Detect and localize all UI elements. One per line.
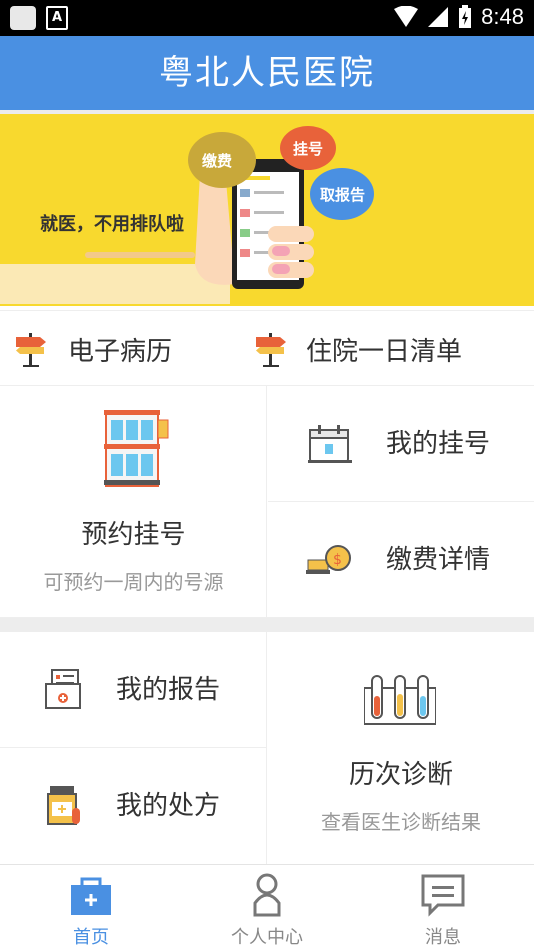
appointment-subtitle: 可预约一周内的号源 xyxy=(43,570,224,594)
test-tubes-icon xyxy=(364,675,436,725)
my-prescription-card[interactable]: 我的处方 xyxy=(0,748,267,864)
tab-profile-label: 个人中心 xyxy=(231,927,303,948)
hospital-building-icon xyxy=(104,410,169,487)
coins-icon: $ xyxy=(306,545,351,574)
person-icon xyxy=(253,873,281,917)
bubble-report: 取报告 xyxy=(320,186,366,204)
wifi-icon xyxy=(394,6,419,27)
promo-banner[interactable]: 缴费 挂号 取报告 就医，不用排队啦 xyxy=(0,114,534,306)
quick-link-emr[interactable]: 电子病历 xyxy=(14,311,172,387)
signpost-icon xyxy=(16,333,46,367)
my-report-card[interactable]: 我的报告 xyxy=(0,632,267,748)
signal-icon xyxy=(428,7,449,27)
app-header: 粤北人民医院 xyxy=(0,36,534,110)
my-registration-card[interactable]: 我的挂号 xyxy=(268,386,534,502)
tab-messages-label: 消息 xyxy=(425,927,461,948)
page-title: 粤北人民医院 xyxy=(159,53,375,93)
message-icon xyxy=(421,874,465,917)
appointment-card[interactable]: 预约挂号 可预约一周内的号源 xyxy=(0,386,267,618)
notification-square-icon xyxy=(10,6,36,30)
tab-profile[interactable]: 个人中心 xyxy=(178,865,356,950)
medicine-bottle-icon xyxy=(47,786,80,825)
tab-home-label: 首页 xyxy=(73,927,109,948)
svg-text:$: $ xyxy=(333,552,342,568)
signpost-icon xyxy=(256,333,286,367)
tab-home[interactable]: 首页 xyxy=(2,865,180,950)
payment-details-label: 缴费详情 xyxy=(386,545,491,575)
diagnosis-history-card[interactable]: 历次诊断 查看医生诊断结果 xyxy=(268,632,534,864)
bubble-payment: 缴费 xyxy=(202,152,233,170)
quick-link-label: 电子病历 xyxy=(68,336,173,367)
my-registration-label: 我的挂号 xyxy=(386,429,491,459)
payment-details-card[interactable]: $ 缴费详情 xyxy=(268,502,534,618)
bubble-registration: 挂号 xyxy=(293,140,324,158)
appointment-title: 预约挂号 xyxy=(81,520,186,550)
services-grid-top: 预约挂号 可预约一周内的号源 我的挂号 $ 缴费详情 xyxy=(0,386,534,618)
banner-slogan: 就医，不用排队啦 xyxy=(40,214,184,235)
medical-kit-icon xyxy=(71,877,111,915)
quick-link-label: 住院一日清单 xyxy=(306,336,463,367)
my-report-label: 我的报告 xyxy=(116,675,221,705)
diagnosis-history-title: 历次诊断 xyxy=(348,760,453,790)
notification-a-icon: A xyxy=(46,6,68,30)
diagnosis-history-subtitle: 查看医生诊断结果 xyxy=(321,810,481,834)
calendar-icon xyxy=(308,425,352,463)
tab-messages[interactable]: 消息 xyxy=(354,865,532,950)
quick-link-inpatient-bill[interactable]: 住院一日清单 xyxy=(254,311,462,387)
bottom-tab-bar: 首页 个人中心 消息 xyxy=(0,864,534,950)
quick-links-row: 电子病历 住院一日清单 xyxy=(0,310,534,386)
services-grid-bottom: 我的报告 我的处方 历次诊断 查看医生诊断结果 xyxy=(0,632,534,864)
section-separator xyxy=(0,618,534,632)
my-prescription-label: 我的处方 xyxy=(116,791,221,821)
report-folder-icon xyxy=(45,669,81,709)
status-bar: A 8:48 xyxy=(0,0,534,36)
status-time: 8:48 xyxy=(481,4,524,29)
battery-icon xyxy=(459,5,472,28)
